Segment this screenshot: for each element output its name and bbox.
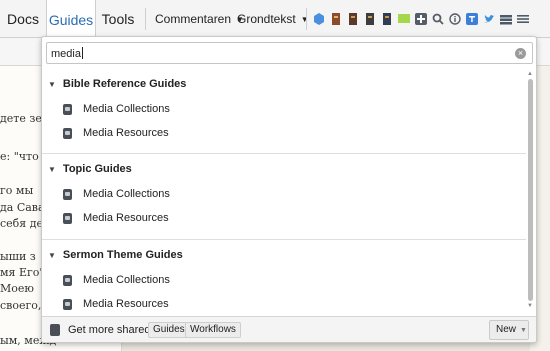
list-item-label: Media Collections <box>83 188 170 200</box>
layers-icon[interactable] <box>500 13 512 25</box>
shared-guides-link[interactable]: Guides <box>148 322 190 338</box>
book-icon[interactable] <box>381 13 393 25</box>
tab-tools[interactable]: Tools <box>98 0 138 38</box>
collapse-triangle-icon: ▼ <box>48 79 56 89</box>
section-title: Topic Guides <box>62 163 132 175</box>
caret-down-icon: ▼ <box>300 14 309 24</box>
collapse-triangle-icon: ▼ <box>48 164 56 174</box>
section-divider <box>42 153 526 154</box>
document-text-line: своего, <box>0 299 42 312</box>
shared-workflows-link[interactable]: Workflows <box>185 322 241 338</box>
search-input[interactable]: media × <box>46 42 533 64</box>
scroll-down-arrow-icon[interactable]: ▼ <box>527 303 533 309</box>
guide-document-icon <box>63 103 72 115</box>
scroll-up-arrow-icon[interactable]: ▲ <box>527 71 533 77</box>
section-divider <box>42 239 526 240</box>
commentaries-dropdown[interactable]: Commentaren ▼ <box>155 0 244 38</box>
guides-search-popup: media × ▼ Bible Reference Guides Media Co… <box>41 36 537 343</box>
toolbar-divider <box>145 8 146 30</box>
new-button[interactable]: New ▼ <box>489 320 529 340</box>
info-icon[interactable] <box>449 13 461 25</box>
menu-icon[interactable] <box>517 13 529 25</box>
section-title: Bible Reference Guides <box>62 78 187 90</box>
guide-document-icon <box>63 127 72 139</box>
section-header-topic-guides[interactable]: ▼ Topic Guides <box>48 161 132 177</box>
list-item-label: Media Resources <box>83 298 169 310</box>
document-text-line: го мы <box>0 184 34 197</box>
commentaries-dropdown-label: Commentaren <box>155 12 232 26</box>
list-item[interactable]: Media Resources <box>63 125 169 141</box>
search-icon[interactable] <box>432 13 444 25</box>
document-text-line: Моею <box>0 282 34 295</box>
flag-icon[interactable] <box>398 13 410 25</box>
list-item[interactable]: Media Collections <box>63 272 170 288</box>
tab-docs[interactable]: Docs <box>0 0 46 38</box>
toolbar-divider <box>306 8 307 30</box>
list-item[interactable]: Media Collections <box>63 186 170 202</box>
section-title: Sermon Theme Guides <box>62 249 183 261</box>
get-more-shared-label: Get more shared: <box>68 324 154 336</box>
caret-down-icon: ▼ <box>520 327 527 334</box>
section-header-bible-reference-guides[interactable]: ▼ Bible Reference Guides <box>48 76 186 92</box>
section-header-sermon-theme-guides[interactable]: ▼ Sermon Theme Guides <box>48 247 183 263</box>
book-icon[interactable] <box>347 13 359 25</box>
original-text-dropdown-label: Grondtekst <box>237 12 296 26</box>
tab-guides[interactable]: Guides <box>46 0 96 39</box>
guide-document-icon <box>63 212 72 224</box>
book-icon[interactable] <box>364 13 376 25</box>
shared-document-icon <box>50 324 60 336</box>
search-input-value: media <box>51 48 81 60</box>
list-item[interactable]: Media Collections <box>63 101 170 117</box>
original-text-dropdown[interactable]: Grondtekst ▼ <box>237 0 309 38</box>
text-cursor <box>81 47 83 59</box>
toolbar-icon-strip <box>313 12 529 26</box>
translate-icon[interactable] <box>466 13 478 25</box>
clear-search-icon[interactable]: × <box>515 48 526 59</box>
hexagon-icon[interactable] <box>313 13 325 25</box>
list-item-label: Media Resources <box>83 127 169 139</box>
list-item[interactable]: Media Resources <box>63 210 169 226</box>
list-item-label: Media Collections <box>83 103 170 115</box>
guide-document-icon <box>63 188 72 200</box>
twitter-icon[interactable] <box>483 13 495 25</box>
list-item[interactable]: Media Resources <box>63 296 169 312</box>
guide-document-icon <box>63 298 72 310</box>
top-toolbar: Docs Guides Tools Commentaren ▼ Grondteks… <box>0 0 550 39</box>
search-results-list: ▼ Bible Reference Guides Media Collection… <box>42 69 526 315</box>
list-item-label: Media Collections <box>83 274 170 286</box>
popup-footer: Get more shared: Guides Workflows New ▼ <box>42 316 536 342</box>
results-scrollbar[interactable]: ▲ ▼ <box>527 71 535 311</box>
document-text-line: ыши з <box>0 250 36 263</box>
list-item-label: Media Resources <box>83 212 169 224</box>
book-icon[interactable] <box>330 13 342 25</box>
guide-document-icon <box>63 274 72 286</box>
scrollbar-thumb[interactable] <box>528 79 533 301</box>
plus-icon[interactable] <box>415 13 427 25</box>
collapse-triangle-icon: ▼ <box>48 250 56 260</box>
new-button-label: New <box>496 324 517 335</box>
